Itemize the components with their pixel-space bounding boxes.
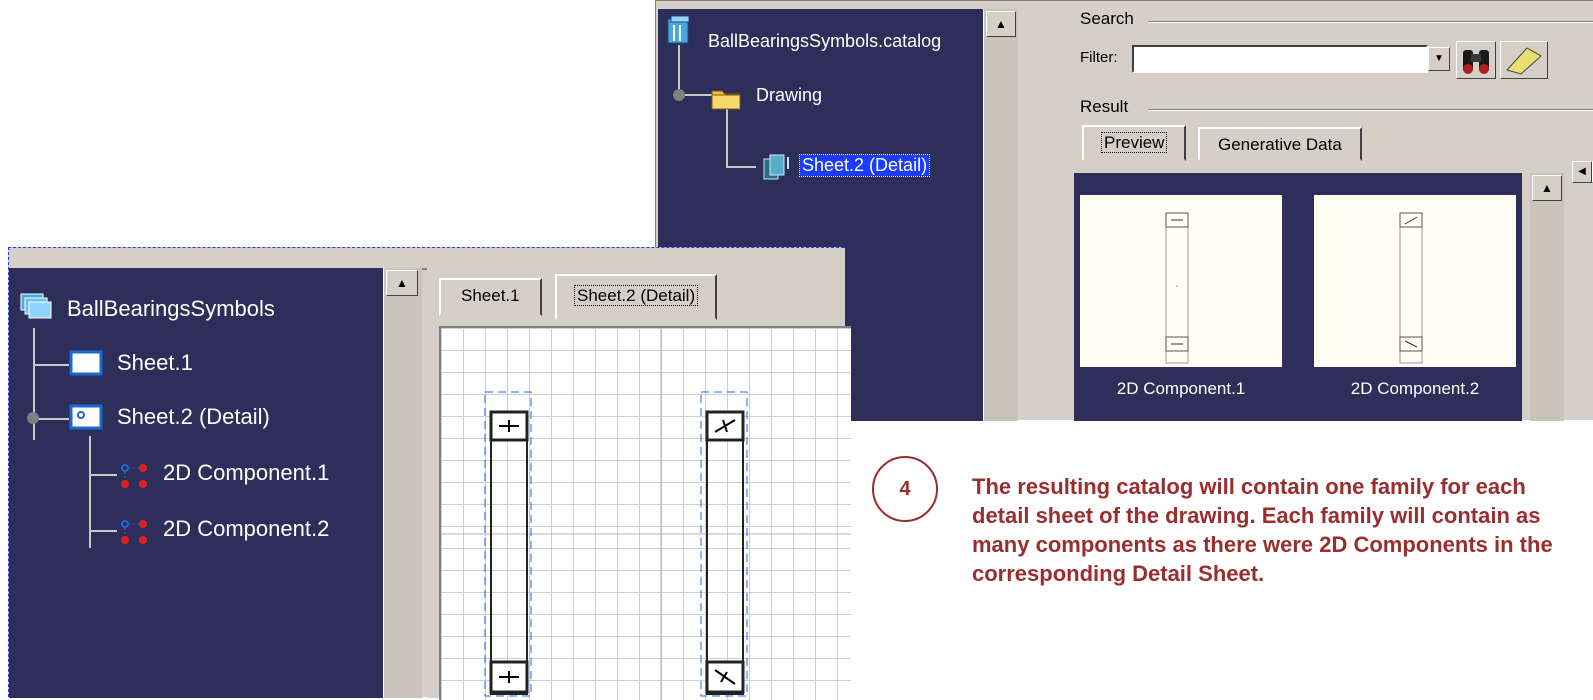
result-scrollbar[interactable]: ▲ [1530, 173, 1564, 421]
drawing-root-icon [20, 293, 52, 319]
drawing-window: BallBearingsSymbols Sheet.1 Sheet.2 (Det… [8, 247, 851, 700]
catalog-root-label[interactable]: BallBearingsSymbols.catalog [708, 31, 941, 52]
chapter-drawing-label[interactable]: Drawing [756, 85, 822, 106]
bearing-preview-icon [1165, 212, 1189, 364]
eraser-icon [1506, 47, 1542, 75]
component2-label[interactable]: 2D Component.2 [163, 516, 329, 542]
component-icon [121, 520, 147, 544]
filter-dropdown-icon[interactable]: ▼ [1428, 47, 1450, 71]
folder-icon [711, 90, 741, 110]
tab-sheet2-detail-label: Sheet.2 (Detail) [573, 285, 699, 306]
clear-eraser-button[interactable] [1500, 41, 1548, 79]
result-thumbnail-2[interactable] [1314, 195, 1516, 367]
tab-preview-label: Preview [1100, 132, 1168, 153]
catalog-book-icon [667, 15, 690, 44]
filter-input[interactable] [1132, 45, 1428, 73]
search-section-label: Search [1080, 9, 1134, 28]
detail-sheet-icon [69, 404, 103, 430]
sheet-area: Sheet.1 Sheet.2 (Detail) [427, 268, 851, 700]
filter-label: Filter: [1080, 49, 1118, 66]
drawing-sheet-canvas[interactable] [439, 326, 851, 700]
binoculars-icon [1463, 50, 1489, 74]
sheet2-detail-label[interactable]: Sheet.2 (Detail) [117, 404, 270, 430]
step-description: The resulting catalog will contain one f… [972, 474, 1553, 586]
result-label-2: 2D Component.2 [1350, 379, 1480, 398]
search-panel: Search Filter: ▼ Result Preview Generati… [1068, 1, 1593, 421]
tab-sheet2-detail[interactable]: Sheet.2 (Detail) [555, 274, 718, 320]
drawing-tree-scrollbar[interactable]: ▲ [383, 268, 422, 698]
family-sheet2-label[interactable]: Sheet.2 (Detail) [798, 154, 931, 177]
tab-generative-data[interactable]: Generative Data [1198, 127, 1362, 161]
tab-sheet1-label: Sheet.1 [461, 286, 520, 305]
result-preview-area: 2D Component.1 2D Component.2 [1074, 173, 1522, 421]
step-number-badge: 4 [872, 456, 938, 522]
drawing-tree-panel: BallBearingsSymbols Sheet.1 Sheet.2 (Det… [9, 268, 422, 698]
tab-sheet1[interactable]: Sheet.1 [439, 278, 542, 316]
result-label-1: 2D Component.1 [1116, 379, 1246, 398]
drawing-root-label[interactable]: BallBearingsSymbols [67, 296, 275, 322]
family-icon [763, 154, 789, 180]
result-thumbnail-1[interactable] [1080, 195, 1282, 367]
bearing-preview-icon [1399, 212, 1423, 364]
result-section-label: Result [1080, 97, 1129, 116]
component-icon [121, 464, 147, 488]
tab-scroll-left-icon[interactable]: ◀ [1572, 161, 1592, 183]
tab-generative-data-label: Generative Data [1218, 135, 1342, 154]
component1-label[interactable]: 2D Component.1 [163, 460, 329, 486]
tab-preview[interactable]: Preview [1082, 125, 1187, 161]
scroll-up-icon[interactable]: ▲ [986, 11, 1016, 37]
sheet-icon [69, 350, 103, 376]
detail-components-drawing [441, 328, 851, 700]
sheet1-label[interactable]: Sheet.1 [117, 350, 193, 376]
search-binoculars-button[interactable] [1456, 41, 1496, 79]
scroll-up-icon[interactable]: ▲ [1532, 175, 1562, 201]
scroll-up-icon[interactable]: ▲ [386, 270, 418, 296]
catalog-tree-scrollbar[interactable]: ▲ [983, 9, 1018, 421]
